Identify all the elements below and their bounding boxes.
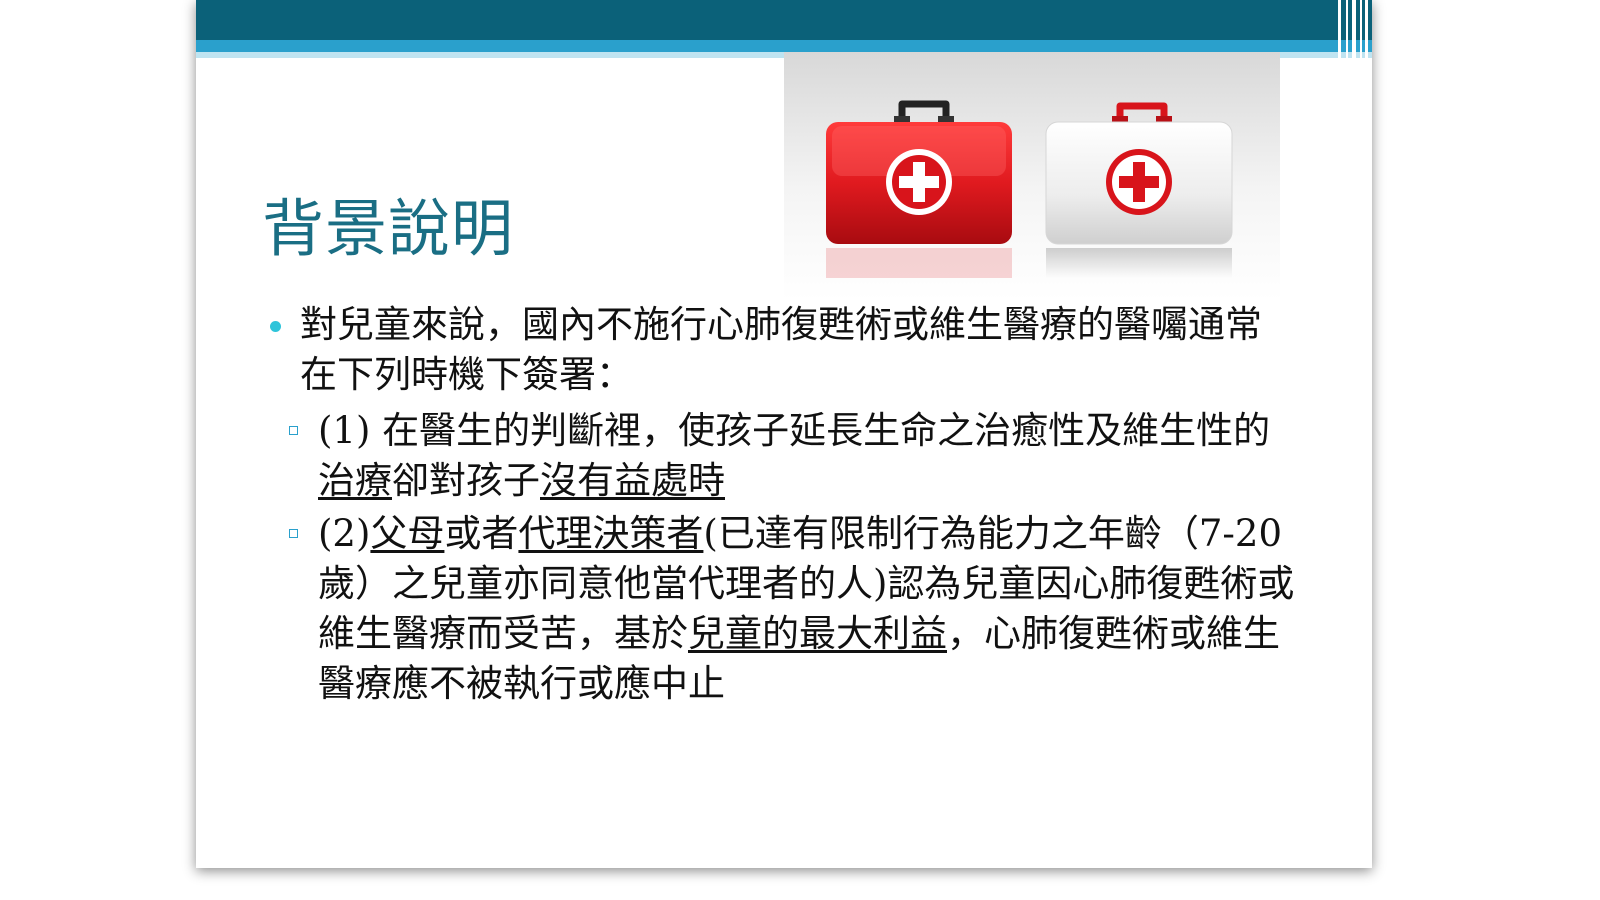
sub-bullet-marker bbox=[289, 529, 298, 538]
sub2-text-b: 或者 bbox=[444, 512, 519, 555]
sub1-underlined-b: 沒有益處時 bbox=[540, 459, 725, 502]
sub-bullet-marker bbox=[289, 426, 298, 435]
first-aid-kits-icon bbox=[826, 100, 1233, 278]
slide-title: 背景說明 bbox=[262, 192, 515, 265]
sub1-text-b: 卻對孩子 bbox=[392, 459, 540, 502]
sub2-text-a: (2) bbox=[318, 512, 371, 555]
decorative-stripes bbox=[1332, 0, 1372, 82]
bullet-marker bbox=[270, 321, 281, 332]
bullet-item-1: 對兒童來說，國內不施行心肺復甦術或維生醫療的醫囑通常在下列時機下簽署： bbox=[300, 303, 1262, 396]
header-band bbox=[196, 0, 1372, 40]
first-aid-kits-image bbox=[784, 52, 1280, 300]
sub1-text-a: (1) 在醫生的判斷裡，使孩子延長生命之治癒性及維生性的 bbox=[318, 409, 1271, 452]
sub2-underlined-b: 代理決策者 bbox=[518, 512, 704, 555]
sub-bullet-item-2: (2)父母或者代理決策者(已達有限制行為能力之年齡（7-20 歲）之兒童亦同意他… bbox=[318, 509, 1303, 709]
sub1-underlined-a: 治療 bbox=[318, 459, 392, 502]
sub-bullet-item-1: (1) 在醫生的判斷裡，使孩子延長生命之治癒性及維生性的治療卻對孩子沒有益處時 bbox=[318, 406, 1278, 506]
header-accent-band bbox=[196, 40, 1372, 52]
slide: 背景說明 對兒童來說，國內不施行心肺復甦術或維生醫療的醫囑通常在下列時機下簽署：… bbox=[196, 0, 1372, 868]
sub2-underlined-a: 父母 bbox=[370, 512, 445, 555]
sub2-underlined-c: 兒童的最大利益 bbox=[688, 612, 947, 655]
